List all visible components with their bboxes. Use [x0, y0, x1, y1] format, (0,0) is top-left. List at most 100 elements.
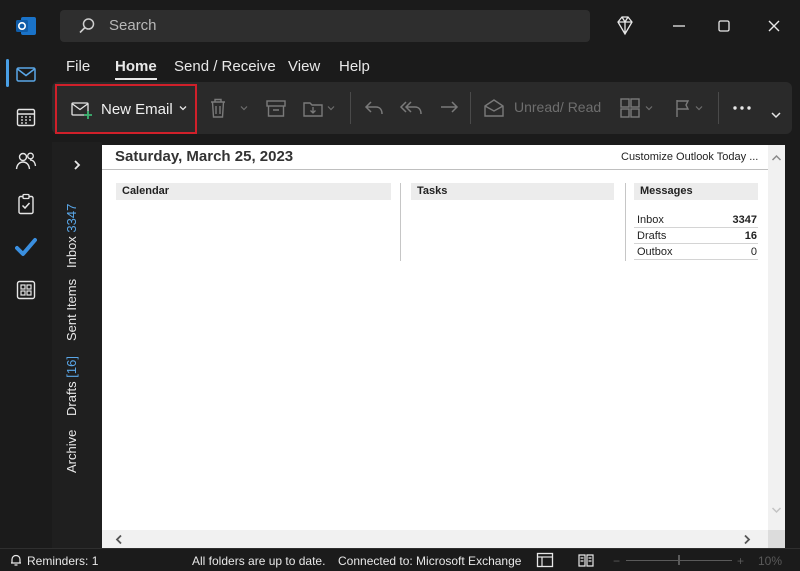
message-folder-label: Drafts: [637, 230, 667, 242]
new-email-button[interactable]: New Email: [55, 84, 197, 134]
move-chevron-down-icon[interactable]: [326, 96, 336, 120]
messages-row-drafts[interactable]: Drafts 16: [634, 228, 758, 244]
horizontal-scrollbar[interactable]: [102, 530, 768, 548]
flag-chevron-down-icon[interactable]: [694, 96, 704, 120]
title-bar: Search: [0, 0, 800, 52]
people-icon: [15, 152, 37, 170]
tasks-clipboard-icon: [18, 193, 34, 215]
delete-icon[interactable]: [207, 96, 229, 120]
mail-icon: [16, 67, 36, 82]
messages-row-inbox[interactable]: Inbox 3347: [634, 212, 758, 228]
rail-mail[interactable]: [0, 54, 52, 94]
premium-diamond-icon[interactable]: [612, 13, 638, 39]
search-box[interactable]: Search: [60, 10, 590, 42]
rail-people[interactable]: [0, 141, 52, 181]
categorize-chevron-down-icon[interactable]: [644, 96, 654, 120]
vertical-scrollbar[interactable]: [768, 145, 785, 530]
scroll-left-icon[interactable]: [114, 534, 124, 545]
chevron-down-icon[interactable]: [178, 103, 188, 113]
ribbon-expand-chevron-icon[interactable]: [769, 108, 783, 122]
app-nav-rail: [0, 52, 52, 548]
open-envelope-icon[interactable]: [482, 96, 506, 120]
zoom-in-plus-icon[interactable]: +: [737, 554, 744, 568]
apps-grid-icon: [16, 280, 36, 300]
message-folder-count: 16: [744, 230, 757, 242]
folder-archive-label: Archive: [64, 429, 79, 473]
folder-inbox[interactable]: Inbox 3347: [64, 204, 79, 268]
scroll-down-icon[interactable]: [771, 505, 782, 515]
reminder-bell-icon[interactable]: [9, 553, 23, 567]
outlook-logo-icon: [16, 17, 36, 35]
rail-tasks[interactable]: [0, 184, 52, 224]
zoom-out-minus-icon[interactable]: −: [613, 554, 620, 568]
tab-send-receive[interactable]: Send / Receive: [174, 58, 276, 75]
folder-sent-items[interactable]: Sent Items: [64, 279, 79, 341]
forward-icon[interactable]: [437, 96, 461, 120]
today-header: Saturday, March 25, 2023 Customize Outlo…: [102, 145, 768, 170]
ribbon-separator: [718, 92, 719, 124]
calendar-icon: [16, 108, 36, 127]
search-icon: [79, 18, 95, 34]
new-email-label: New Email: [101, 101, 173, 118]
search-placeholder: Search: [109, 17, 157, 34]
close-icon[interactable]: [761, 13, 787, 39]
message-folder-count: 0: [750, 246, 757, 258]
move-to-folder-icon[interactable]: [301, 96, 325, 120]
connection-status: Connected to: Microsoft Exchange: [338, 554, 522, 568]
ribbon-separator: [470, 92, 471, 124]
message-folder-label: Inbox: [637, 214, 664, 226]
message-folder-label: Outbox: [637, 246, 673, 258]
delete-chevron-down-icon[interactable]: [239, 96, 249, 120]
zoom-slider-thumb[interactable]: [678, 555, 680, 565]
menu-tabs: File Home Send / Receive View Help: [52, 52, 800, 82]
flag-icon[interactable]: [672, 96, 694, 120]
scroll-right-icon[interactable]: [742, 534, 752, 545]
reply-icon[interactable]: [362, 96, 386, 120]
folder-inbox-count: 3347: [64, 203, 79, 233]
unread-read-button[interactable]: Unread/ Read: [514, 99, 601, 115]
today-date: Saturday, March 25, 2023: [115, 148, 294, 165]
reply-all-icon[interactable]: [398, 96, 424, 120]
ribbon-separator: [350, 92, 351, 124]
todo-check-icon: [15, 238, 37, 256]
section-divider: [625, 183, 626, 261]
calendar-section-header: Calendar: [116, 183, 391, 200]
rail-todo[interactable]: [0, 227, 52, 267]
tab-help[interactable]: Help: [339, 58, 370, 75]
message-folder-count: 3347: [732, 214, 757, 226]
reminders-status[interactable]: Reminders: 1: [27, 554, 98, 568]
maximize-icon[interactable]: [711, 13, 737, 39]
section-divider: [400, 183, 401, 261]
more-options-icon[interactable]: [730, 96, 754, 120]
categorize-grid-icon[interactable]: [618, 96, 642, 120]
customize-outlook-today-link[interactable]: Customize Outlook Today ...: [621, 151, 758, 163]
status-bar: Reminders: 1 All folders are up to date.…: [0, 548, 800, 571]
normal-view-icon[interactable]: [536, 552, 554, 568]
folder-drafts[interactable]: Drafts [16]: [64, 356, 79, 416]
minimize-icon[interactable]: [666, 13, 692, 39]
new-mail-icon: [71, 102, 92, 119]
folder-archive[interactable]: Archive: [64, 430, 79, 473]
tab-home[interactable]: Home: [115, 58, 157, 80]
scrollbar-corner: [768, 530, 785, 548]
tasks-section-header: Tasks: [411, 183, 614, 200]
folder-drafts-label: Drafts: [64, 381, 79, 416]
rail-apps[interactable]: [0, 270, 52, 310]
folder-pane-collapsed: Inbox 3347 Sent Items Drafts [16] Archiv…: [52, 142, 102, 548]
expand-folder-pane-chevron-icon[interactable]: [72, 158, 82, 172]
tab-view[interactable]: View: [288, 58, 320, 75]
sync-status: All folders are up to date.: [192, 554, 326, 568]
outlook-today-pane: Saturday, March 25, 2023 Customize Outlo…: [102, 145, 785, 548]
messages-row-outbox[interactable]: Outbox 0: [634, 244, 758, 260]
folder-inbox-label: Inbox: [64, 236, 79, 268]
ribbon-toolbar: New Email Unread/ Read: [52, 82, 792, 134]
folder-drafts-count: [16]: [64, 356, 79, 378]
reading-view-icon[interactable]: [577, 552, 595, 568]
scroll-up-icon[interactable]: [771, 153, 782, 163]
messages-section-header: Messages: [634, 183, 758, 200]
archive-icon[interactable]: [264, 96, 288, 120]
zoom-level[interactable]: 10%: [758, 554, 782, 568]
tab-file[interactable]: File: [66, 58, 90, 75]
rail-calendar[interactable]: [0, 97, 52, 137]
folder-sent-items-label: Sent Items: [64, 278, 79, 341]
